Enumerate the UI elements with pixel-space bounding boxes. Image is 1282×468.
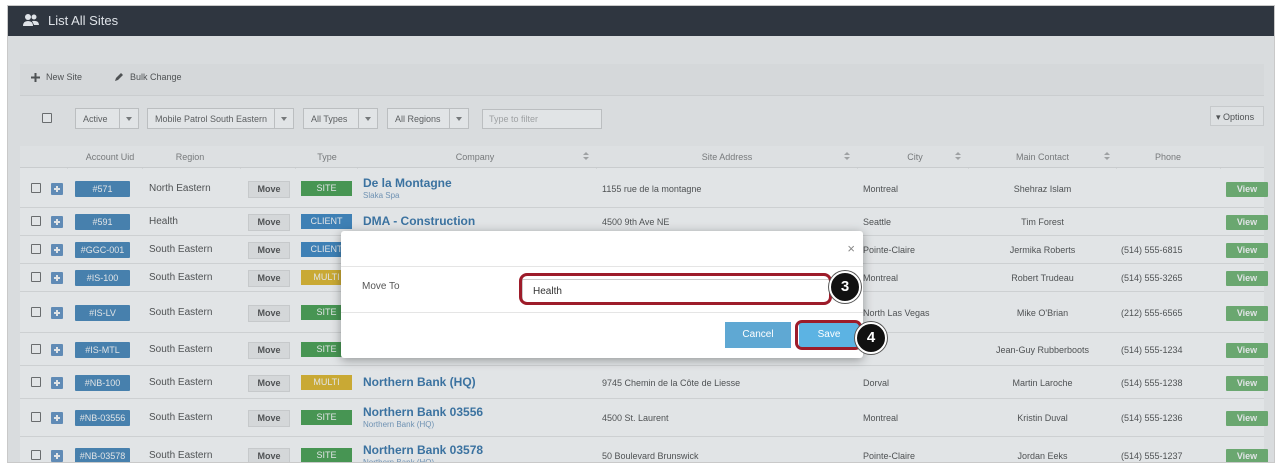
input-highlight-outline [519, 273, 832, 305]
move-to-label: Move To [362, 281, 400, 292]
divider [341, 312, 863, 313]
users-icon [23, 14, 39, 26]
page-header: List All Sites [8, 6, 1274, 36]
cancel-button[interactable]: Cancel [725, 322, 791, 348]
page-title: List All Sites [48, 13, 119, 28]
divider [341, 266, 863, 267]
save-highlight-outline [795, 320, 862, 350]
step-badge-3: 3 [829, 271, 861, 303]
close-icon[interactable]: × [847, 241, 855, 256]
step-badge-4: 4 [855, 322, 887, 354]
